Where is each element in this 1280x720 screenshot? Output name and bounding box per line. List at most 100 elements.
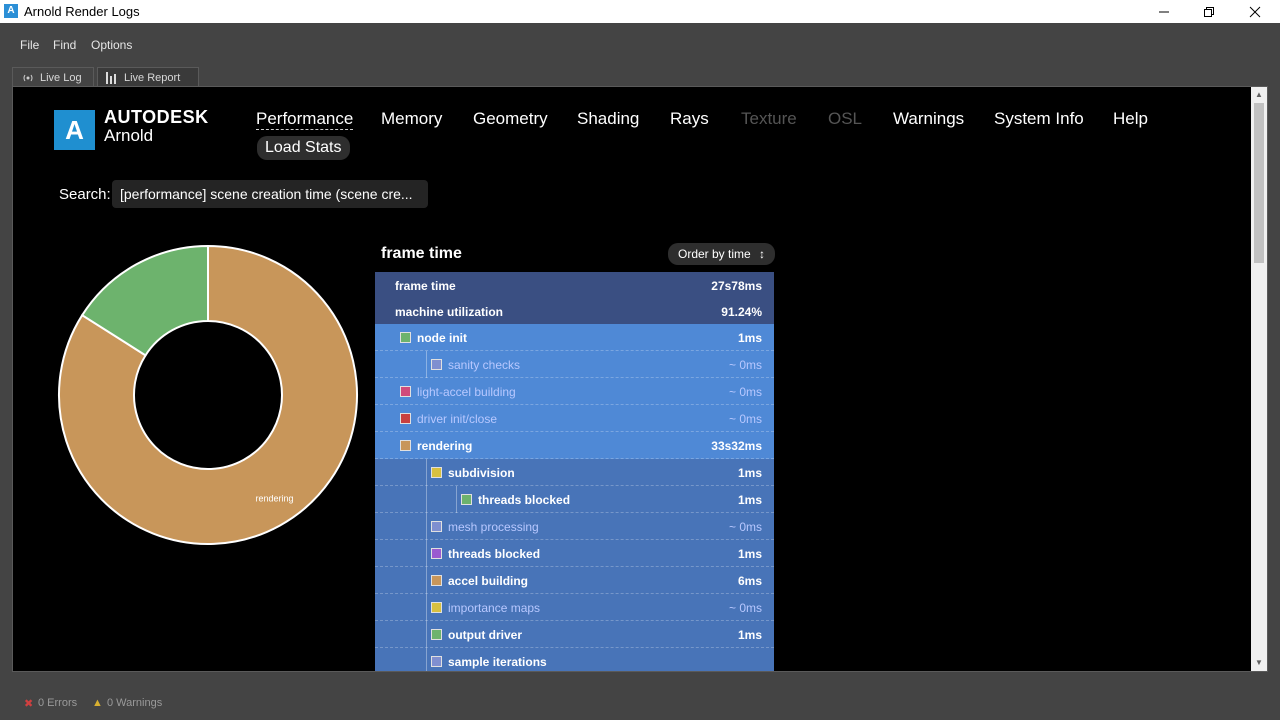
tree-line [426,459,427,486]
table-row[interactable]: subdivision 1ms [375,459,774,486]
sort-arrows-icon: ↕ [759,247,766,261]
color-swatch [431,521,442,532]
row-value: 91.24% [721,305,762,319]
row-label: threads blocked [448,547,541,561]
color-swatch [400,440,411,451]
table-row[interactable]: sample iterations [375,648,774,671]
arnold-app-icon: A [4,4,18,18]
row-value: ~ 0ms [728,385,762,399]
row-value: 1ms [737,331,762,345]
table-row[interactable]: light-accel building ~ 0ms [375,378,774,405]
color-swatch [431,548,442,559]
color-swatch [431,575,442,586]
table-row[interactable]: accel building 6ms [375,567,774,594]
nav-geometry[interactable]: Geometry [473,109,548,129]
tab-live-report-label: Live Report [124,71,181,84]
nav-rays[interactable]: Rays [670,109,709,129]
donut-label-rendering: rendering [256,493,294,503]
row-label: threads blocked [478,493,571,507]
report-panel: A AUTODESK Arnold Performance Memory Geo… [12,86,1268,672]
row-label: sample iterations [448,655,547,669]
table-row[interactable]: machine utilization 91.24% [375,298,774,324]
nav-system-info[interactable]: System Info [994,109,1084,129]
tab-live-log[interactable]: Live Log [12,67,94,87]
menu-find[interactable]: Find [53,38,76,52]
row-value: ~ 0ms [728,520,762,534]
title-bar: A Arnold Render Logs [0,0,1280,23]
scroll-thumb[interactable] [1254,103,1264,263]
menu-options[interactable]: Options [91,38,132,52]
table-row[interactable]: sanity checks ~ 0ms [375,351,774,378]
load-stats-button[interactable]: Load Stats [257,136,350,160]
menu-file[interactable]: File [20,38,39,52]
tab-live-report[interactable]: Live Report [97,67,199,87]
restore-icon [1204,6,1214,17]
scroll-up-icon[interactable]: ▲ [1251,87,1267,103]
table-row[interactable]: node init 1ms [375,324,774,351]
nav-performance[interactable]: Performance [256,109,354,130]
row-value: ~ 0ms [728,601,762,615]
color-swatch [400,413,411,424]
table-row[interactable]: frame time 27s78ms [375,272,774,298]
close-icon [1249,6,1261,17]
search-label: Search: [59,186,111,203]
scroll-down-icon[interactable]: ▼ [1251,655,1267,671]
table-row[interactable]: output driver 1ms [375,621,774,648]
bar-chart-icon [106,71,116,84]
color-swatch [431,656,442,667]
row-value: 6ms [737,574,762,588]
order-by-time-button[interactable]: Order by time ↕ [668,243,776,265]
tree-line [426,513,427,540]
row-label: mesh processing [448,520,539,534]
row-value: 27s78ms [711,279,762,293]
table-row[interactable]: importance maps ~ 0ms [375,594,774,621]
brand-autodesk: AUTODESK [104,107,209,127]
warning-count: 0 Warnings [107,697,163,709]
color-swatch [431,629,442,640]
search-input[interactable]: [performance] scene creation time (scene… [112,180,428,208]
table-row[interactable]: driver init/close ~ 0ms [375,405,774,432]
minimize-button[interactable] [1141,0,1187,23]
table-row[interactable]: threads blocked 1ms [375,486,774,513]
row-value: 1ms [737,493,762,507]
tree-line [426,351,427,378]
table-row[interactable]: threads blocked 1ms [375,540,774,567]
error-icon: ✖ [24,698,34,710]
restore-button[interactable] [1186,0,1232,23]
order-by-time-label: Order by time [678,247,751,261]
tree-line [426,540,427,567]
row-value: ~ 0ms [728,412,762,426]
minimize-icon [1159,11,1169,12]
row-label: frame time [395,279,456,293]
close-button[interactable] [1232,0,1278,23]
vertical-scrollbar[interactable]: ▲ ▼ [1251,87,1267,671]
color-swatch [461,494,472,505]
nav-memory[interactable]: Memory [381,109,442,129]
color-swatch [400,386,411,397]
warning-icon: ▲ [92,697,103,709]
tab-live-log-label: Live Log [40,71,82,84]
nav-texture: Texture [741,109,797,128]
color-swatch [431,359,442,370]
nav-shading[interactable]: Shading [577,109,639,129]
brand-arnold: Arnold [104,126,154,145]
frame-time-donut-chart: rendering [58,244,358,545]
tree-line [426,648,427,671]
row-label: importance maps [448,601,541,615]
row-label: driver init/close [417,412,498,426]
tree-line [426,621,427,648]
row-label: node init [417,331,467,345]
tree-line [456,486,457,513]
nav-help[interactable]: Help [1113,109,1148,129]
autodesk-logo: A [54,110,95,150]
row-label: output driver [448,628,522,642]
row-value: 1ms [737,466,762,480]
tree-line [426,486,427,513]
table-row[interactable]: mesh processing ~ 0ms [375,513,774,540]
tree-line [426,594,427,621]
row-value: 1ms [737,547,762,561]
row-label: subdivision [448,466,515,480]
table-row[interactable]: rendering 33s32ms [375,432,774,459]
tree-line [426,567,427,594]
nav-warnings[interactable]: Warnings [893,109,964,129]
